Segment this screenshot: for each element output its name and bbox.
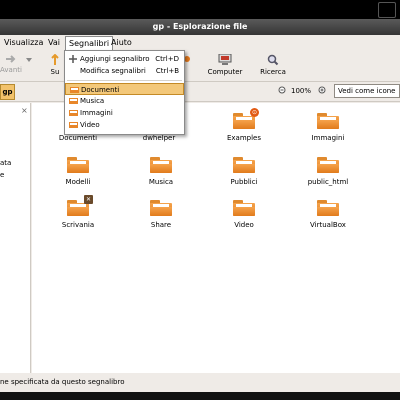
file-item-scrivania[interactable]: ✕ Scrivania (38, 195, 118, 229)
zoom-in-icon (318, 86, 326, 94)
folder-icon (233, 200, 255, 216)
folder-icon (233, 157, 255, 173)
folder-icon (69, 110, 78, 116)
forward-dropdown[interactable] (24, 56, 34, 64)
menubar: Visualizza Vai Segnalibri Aiuto (0, 35, 400, 51)
folder-icon (69, 122, 78, 128)
view-mode-select[interactable]: Vedi come icone (334, 84, 400, 98)
file-item-pubblici[interactable]: Pubblici (204, 157, 284, 186)
zoom-out-icon (278, 86, 286, 94)
desktop-icon: ✕ (84, 195, 93, 204)
search-button[interactable]: Ricerca (256, 54, 290, 76)
file-item-video[interactable]: Video (204, 200, 284, 229)
breadcrumb-gp[interactable]: gp (0, 84, 15, 100)
folder-icon (70, 87, 79, 93)
folder-icon (69, 98, 78, 104)
search-icon (267, 54, 279, 66)
menu-item-documenti[interactable]: Documenti (65, 83, 184, 95)
menu-item-edit-bookmarks[interactable]: Modifica segnalibri Ctrl+B (65, 65, 184, 77)
file-item-share[interactable]: Share (121, 200, 201, 229)
folder-icon: ⊙ (233, 108, 259, 129)
menu-vai[interactable]: Vai (48, 38, 60, 47)
top-panel (0, 0, 400, 19)
menu-item-add-bookmark[interactable]: Aggiungi segnalibro Ctrl+D (65, 53, 184, 65)
home-icon (184, 56, 190, 62)
toolbar: Avanti Su Computer Ricerca (0, 51, 400, 82)
file-manager-window: gp - Esplorazione file Visualizza Vai Se… (0, 0, 400, 392)
folder-icon (150, 157, 172, 173)
status-bar: ne specificata da questo segnalibro (0, 378, 125, 386)
lock-icon: ⊙ (250, 108, 259, 117)
close-icon[interactable]: × (21, 107, 28, 115)
computer-button[interactable]: Computer (204, 54, 246, 76)
menu-item-musica[interactable]: Musica (65, 95, 184, 107)
file-item-immagini[interactable]: Immagini (288, 113, 368, 142)
arrow-up-icon (51, 54, 59, 65)
forward-button[interactable]: Avanti (0, 54, 22, 74)
zoom-in-button[interactable] (318, 86, 327, 97)
menu-separator (67, 80, 182, 81)
zoom-level: 100% (291, 87, 312, 95)
menu-item-immagini[interactable]: Immagini (65, 107, 184, 119)
menu-segnalibri[interactable]: Segnalibri (65, 36, 114, 50)
location-bar: gp 100% Vedi come icone (0, 82, 400, 102)
menu-aiuto[interactable]: Aiuto (111, 38, 132, 47)
sidebar-text-line[interactable]: e (0, 171, 4, 179)
file-item-virtualbox[interactable]: VirtualBox (288, 200, 368, 229)
up-button[interactable]: Su (46, 54, 64, 76)
bookmarks-menu: Aggiungi segnalibro Ctrl+D Modifica segn… (64, 50, 185, 135)
folder-icon (150, 200, 172, 216)
file-item-musica[interactable]: Musica (121, 157, 201, 186)
taskbar (0, 392, 400, 400)
folder-icon: ✕ (67, 195, 93, 216)
window-title: gp - Esplorazione file (0, 19, 400, 35)
file-item-modelli[interactable]: Modelli (38, 157, 118, 186)
panel-handle[interactable] (378, 2, 396, 18)
chevron-down-icon (26, 58, 32, 62)
folder-icon (67, 157, 89, 173)
file-view: Documenti dwhelper ⊙ Examples Immagini M… (32, 103, 400, 373)
menu-item-video[interactable]: Video (65, 119, 184, 131)
file-item-public-html[interactable]: public_html (288, 157, 368, 186)
menu-visualizza[interactable]: Visualizza (4, 38, 43, 47)
file-item-examples[interactable]: ⊙ Examples (204, 108, 284, 142)
arrow-right-icon (6, 55, 16, 63)
home-button-partial[interactable] (184, 54, 192, 66)
computer-icon (218, 54, 232, 65)
folder-icon (317, 157, 339, 173)
sidebar: × ata e (0, 103, 31, 373)
zoom-out-button[interactable] (278, 86, 287, 97)
plus-icon (69, 55, 77, 63)
sidebar-text-line[interactable]: ata (0, 159, 11, 167)
folder-icon (317, 200, 339, 216)
folder-icon (317, 113, 339, 129)
